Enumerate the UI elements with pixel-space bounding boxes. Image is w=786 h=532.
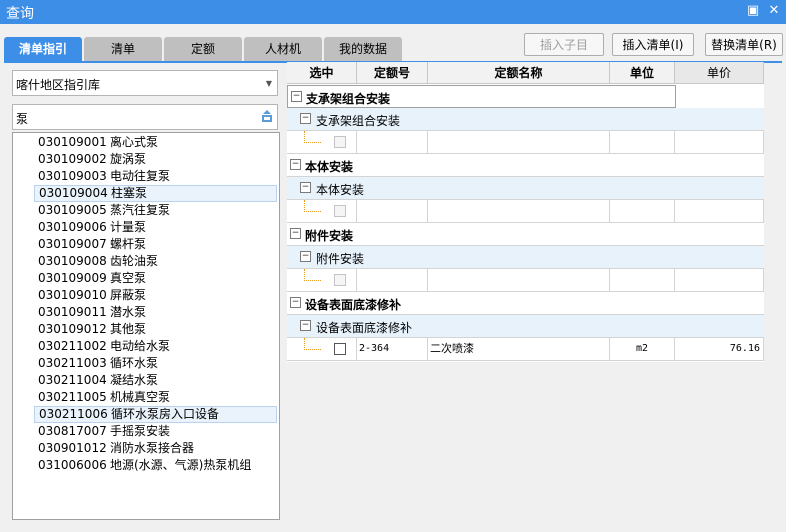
- subgroup-row[interactable]: − 设备表面底漆修补: [287, 315, 764, 338]
- collapse-icon[interactable]: −: [291, 91, 302, 102]
- library-select-value: 喀什地区指引库: [16, 78, 101, 92]
- list-item[interactable]: 030817007 手摇泵安装: [34, 423, 277, 440]
- select-checkbox[interactable]: [334, 343, 346, 355]
- search-input[interactable]: 泵: [12, 104, 278, 130]
- collapse-icon[interactable]: −: [300, 251, 311, 262]
- subgroup-row[interactable]: − 附件安装: [287, 246, 764, 269]
- group-row[interactable]: − 附件安装: [287, 223, 764, 246]
- list-item[interactable]: 030109002 旋涡泵: [34, 151, 277, 168]
- column-header-price[interactable]: 单价: [675, 62, 764, 84]
- quota-unit: [610, 200, 675, 223]
- group-row[interactable]: − 设备表面底漆修补: [287, 292, 764, 315]
- chevron-down-icon[interactable]: ▼: [266, 79, 272, 88]
- list-item[interactable]: 030109011 潜水泵: [34, 304, 277, 321]
- list-item[interactable]: 030109003 电动往复泵: [34, 168, 277, 185]
- subgroup-title: 设备表面底漆修补: [316, 321, 413, 335]
- list-item[interactable]: 030109004 柱塞泵: [34, 185, 277, 202]
- search-input-value: 泵: [16, 112, 29, 126]
- tab-labor-material-machine[interactable]: 人材机: [244, 37, 322, 61]
- quota-name: [428, 131, 610, 154]
- list-item[interactable]: 031006006 地源(水源、气源)热泵机组: [34, 457, 277, 474]
- subgroup-title: 支承架组合安装: [316, 114, 401, 128]
- group-title: 本体安装: [305, 160, 354, 174]
- window-title: 查询: [6, 6, 34, 22]
- subgroup-row[interactable]: − 本体安装: [287, 177, 764, 200]
- column-header-name[interactable]: 定额名称: [428, 62, 610, 84]
- tab-my-data[interactable]: 我的数据: [324, 37, 402, 61]
- quota-code: [357, 269, 428, 292]
- list-item[interactable]: 030109007 螺杆泵: [34, 236, 277, 253]
- list-item[interactable]: 030211003 循环水泵: [34, 355, 277, 372]
- quota-price: [675, 131, 764, 154]
- quota-unit: [610, 131, 675, 154]
- list-item[interactable]: 030109005 蒸汽往复泵: [34, 202, 277, 219]
- subgroup-title: 附件安装: [316, 252, 365, 266]
- subgroup-row[interactable]: − 支承架组合安装: [287, 108, 764, 131]
- tab-list[interactable]: 清单: [84, 37, 162, 61]
- list-item[interactable]: 030109001 离心式泵: [34, 134, 277, 151]
- close-icon[interactable]: ✕: [765, 2, 783, 20]
- quota-name: 二次喷漆: [428, 338, 610, 361]
- list-item[interactable]: 030211004 凝结水泵: [34, 372, 277, 389]
- search-library-icon[interactable]: [261, 110, 273, 123]
- left-panel: 喀什地区指引库 ▼ 泵 030109001 离心式泵 030109002 旋涡泵 0…: [11, 63, 283, 521]
- group-title: 支承架组合安装: [306, 92, 391, 106]
- tab-list-guide[interactable]: 清单指引: [4, 37, 82, 61]
- quota-row[interactable]: 2-364 二次喷漆 m2 76.16: [287, 338, 764, 361]
- quota-price: [675, 269, 764, 292]
- quota-row[interactable]: [287, 269, 764, 292]
- quota-unit: m2: [610, 338, 675, 361]
- replace-list-button[interactable]: 替换清单(R): [705, 33, 783, 56]
- quota-price: [675, 200, 764, 223]
- select-checkbox[interactable]: [334, 136, 346, 148]
- collapse-icon[interactable]: −: [300, 182, 311, 193]
- collapse-icon[interactable]: −: [290, 159, 301, 170]
- quota-code: 2-364: [357, 338, 428, 361]
- group-row[interactable]: − 支承架组合安装: [287, 85, 676, 108]
- quota-row[interactable]: [287, 200, 764, 223]
- list-item[interactable]: 030211006 循环水泵房入口设备: [34, 406, 277, 423]
- collapse-icon[interactable]: −: [300, 320, 311, 331]
- list-item[interactable]: 030901012 消防水泵接合器: [34, 440, 277, 457]
- collapse-icon[interactable]: −: [290, 297, 301, 308]
- status-bar: [0, 521, 786, 532]
- group-title: 设备表面底漆修补: [305, 298, 402, 312]
- list-item[interactable]: 030211005 机械真空泵: [34, 389, 277, 406]
- list-item[interactable]: 030109008 齿轮油泵: [34, 253, 277, 270]
- tab-quota[interactable]: 定额: [164, 37, 242, 61]
- quota-grid: 选中 定额号 定额名称 单位 单价 − 支承架组合安装 − 支承架组合安装 − …: [287, 62, 764, 362]
- list-item[interactable]: 030211002 电动给水泵: [34, 338, 277, 355]
- quota-code: [357, 131, 428, 154]
- quota-name: [428, 200, 610, 223]
- list-item[interactable]: 030109012 其他泵: [34, 321, 277, 338]
- list-item[interactable]: 030109009 真空泵: [34, 270, 277, 287]
- list-item[interactable]: 030109010 屏蔽泵: [34, 287, 277, 304]
- quota-row[interactable]: [287, 131, 764, 154]
- collapse-icon[interactable]: −: [300, 113, 311, 124]
- insert-list-button[interactable]: 插入清单(I): [612, 33, 694, 56]
- column-header-select[interactable]: 选中: [287, 62, 357, 84]
- column-header-code[interactable]: 定额号: [357, 62, 428, 84]
- quota-price: 76.16: [675, 338, 764, 361]
- list-item[interactable]: 030109006 计量泵: [34, 219, 277, 236]
- title-bar: 查询 ▣ ✕: [0, 0, 786, 24]
- subgroup-title: 本体安装: [316, 183, 365, 197]
- list-tree[interactable]: 030109001 离心式泵 030109002 旋涡泵 030109003 电动往复…: [12, 132, 280, 520]
- group-row[interactable]: − 本体安装: [287, 154, 764, 177]
- restore-icon[interactable]: ▣: [744, 2, 762, 20]
- select-checkbox[interactable]: [334, 274, 346, 286]
- library-select[interactable]: 喀什地区指引库 ▼: [12, 70, 278, 96]
- quota-unit: [610, 269, 675, 292]
- quota-name: [428, 269, 610, 292]
- group-title: 附件安装: [305, 229, 354, 243]
- select-checkbox[interactable]: [334, 205, 346, 217]
- collapse-icon[interactable]: −: [290, 228, 301, 239]
- quota-code: [357, 200, 428, 223]
- insert-child-button[interactable]: 插入子目: [524, 33, 604, 56]
- column-header-unit[interactable]: 单位: [610, 62, 675, 84]
